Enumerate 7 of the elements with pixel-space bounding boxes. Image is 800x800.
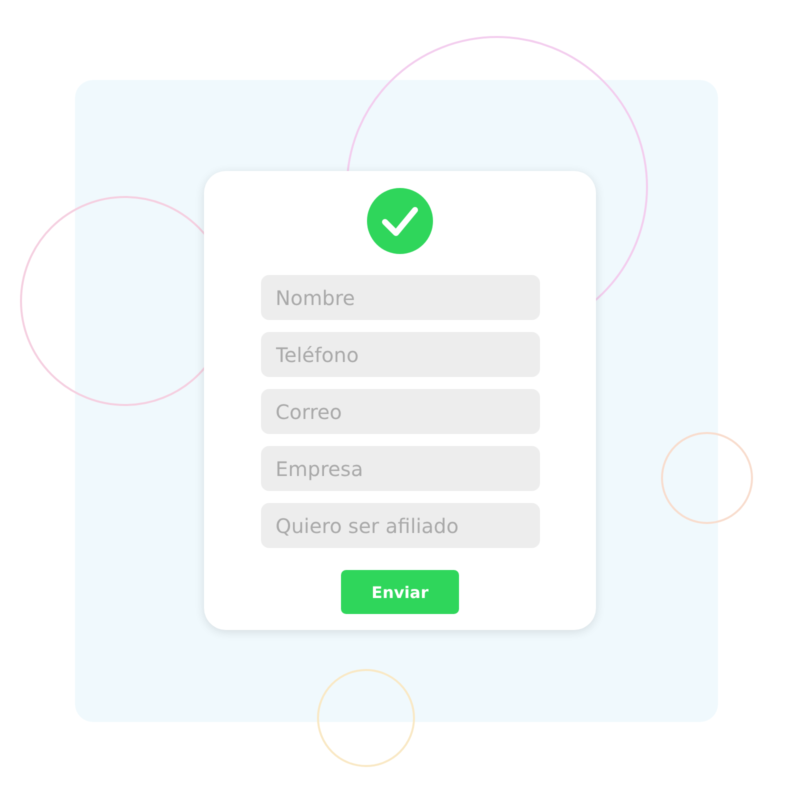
submit-button[interactable]: Enviar [341, 570, 459, 614]
input-field[interactable]: Empresa [260, 446, 540, 491]
input-field[interactable]: Correo [260, 389, 540, 434]
check-icon [367, 188, 433, 254]
input-field[interactable]: Quiero ser afiliado [260, 503, 540, 548]
input-field[interactable]: Nombre [260, 275, 540, 320]
input-field[interactable]: Teléfono [260, 332, 540, 377]
